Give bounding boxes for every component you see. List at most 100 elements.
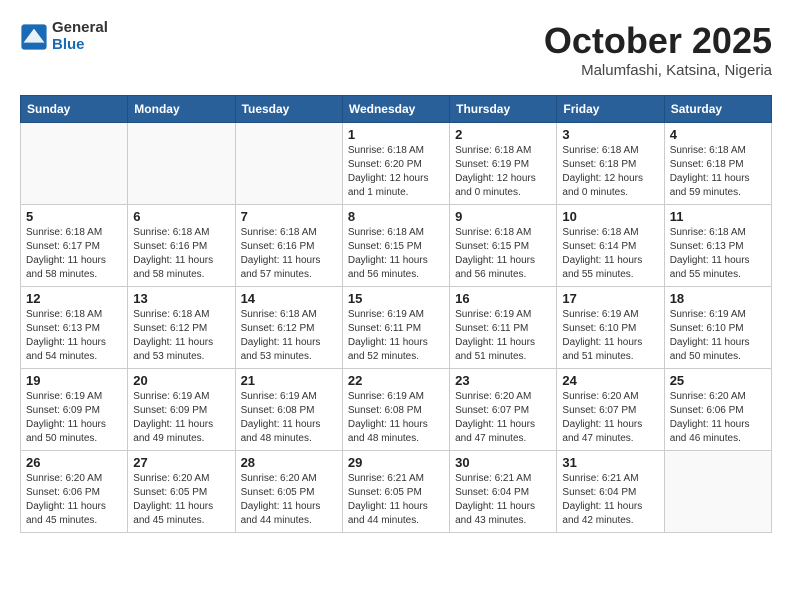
day-info: Sunrise: 6:19 AM Sunset: 6:10 PM Dayligh… (562, 308, 658, 364)
table-row (664, 451, 771, 533)
table-row: 19Sunrise: 6:19 AM Sunset: 6:09 PM Dayli… (21, 369, 128, 451)
table-row: 5 Sunrise: 6:18 AM Sunset: 6:17 PM Daylig… (21, 205, 128, 287)
table-row: 14 Sunrise: 6:18 AM Sunset: 6:12 PM Dayli… (235, 287, 342, 369)
day-info: Sunrise: 6:18 AM Sunset: 6:18 PM Dayligh… (670, 144, 766, 200)
day-number: 23 (455, 373, 551, 388)
day-info: Sunrise: 6:18 AM Sunset: 6:17 PM Dayligh… (26, 226, 122, 282)
day-info: Sunrise: 6:21 AM Sunset: 6:04 PM Dayligh… (562, 472, 658, 528)
table-row (21, 123, 128, 205)
day-number: 27 (133, 455, 229, 470)
table-row: 20 Sunrise: 6:19 AM Sunset: 6:09 PM Dayli… (128, 369, 235, 451)
day-info: Sunrise: 6:20 AM Sunset: 6:05 PM Dayligh… (241, 472, 337, 528)
day-number: 9 (455, 209, 551, 224)
day-number: 28 (241, 455, 337, 470)
day-info: Sunrise: 6:19 AM Sunset: 6:11 PM Dayligh… (348, 308, 444, 364)
calendar-week-row: 26 Sunrise: 6:20 AM Sunset: 6:06 PM Dayli… (21, 451, 772, 533)
table-row: 10 Sunrise: 6:18 AM Sunset: 6:14 PM Dayli… (557, 205, 664, 287)
day-info: Sunrise: 6:20 AM Sunset: 6:07 PM Dayligh… (455, 390, 551, 446)
col-saturday: Saturday (664, 96, 771, 123)
day-number: 25 (670, 373, 766, 388)
col-thursday: Thursday (450, 96, 557, 123)
calendar-week-row: 19Sunrise: 6:19 AM Sunset: 6:09 PM Dayli… (21, 369, 772, 451)
day-info: Sunrise: 6:21 AM Sunset: 6:05 PM Dayligh… (348, 472, 444, 528)
day-number: 12 (26, 291, 122, 306)
calendar-header-row: Sunday Monday Tuesday Wednesday Thursday… (21, 96, 772, 123)
day-number: 15 (348, 291, 444, 306)
day-number: 8 (348, 209, 444, 224)
day-info: Sunrise: 6:19 AM Sunset: 6:10 PM Dayligh… (670, 308, 766, 364)
col-tuesday: Tuesday (235, 96, 342, 123)
day-number: 20 (133, 373, 229, 388)
day-number: 13 (133, 291, 229, 306)
table-row: 6Sunrise: 6:18 AM Sunset: 6:16 PM Daylig… (128, 205, 235, 287)
day-info: Sunrise: 6:21 AM Sunset: 6:04 PM Dayligh… (455, 472, 551, 528)
day-info: Sunrise: 6:18 AM Sunset: 6:13 PM Dayligh… (670, 226, 766, 282)
day-info: Sunrise: 6:18 AM Sunset: 6:15 PM Dayligh… (455, 226, 551, 282)
table-row: 28 Sunrise: 6:20 AM Sunset: 6:05 PM Dayli… (235, 451, 342, 533)
logo-icon (20, 23, 48, 51)
day-number: 3 (562, 127, 658, 142)
day-info: Sunrise: 6:19 AM Sunset: 6:09 PM Dayligh… (133, 390, 229, 446)
day-number: 29 (348, 455, 444, 470)
day-info: Sunrise: 6:20 AM Sunset: 6:06 PM Dayligh… (26, 472, 122, 528)
day-number: 18 (670, 291, 766, 306)
day-info: Sunrise: 6:18 AM Sunset: 6:18 PM Dayligh… (562, 144, 658, 200)
col-sunday: Sunday (21, 96, 128, 123)
day-info: Sunrise: 6:18 AM Sunset: 6:16 PM Dayligh… (133, 226, 229, 282)
table-row: 22Sunrise: 6:19 AM Sunset: 6:08 PM Dayli… (342, 369, 449, 451)
location-subtitle: Malumfashi, Katsina, Nigeria (544, 62, 772, 79)
day-info: Sunrise: 6:18 AM Sunset: 6:12 PM Dayligh… (133, 308, 229, 364)
day-number: 26 (26, 455, 122, 470)
table-row: 27 Sunrise: 6:20 AM Sunset: 6:05 PM Dayli… (128, 451, 235, 533)
calendar-week-row: 12 Sunrise: 6:18 AM Sunset: 6:13 PM Dayli… (21, 287, 772, 369)
day-number: 1 (348, 127, 444, 142)
day-info: Sunrise: 6:20 AM Sunset: 6:05 PM Dayligh… (133, 472, 229, 528)
table-row: 3 Sunrise: 6:18 AM Sunset: 6:18 PM Daylig… (557, 123, 664, 205)
logo: General Blue (20, 20, 108, 53)
calendar-week-row: 5 Sunrise: 6:18 AM Sunset: 6:17 PM Daylig… (21, 205, 772, 287)
day-number: 17 (562, 291, 658, 306)
table-row (235, 123, 342, 205)
day-info: Sunrise: 6:18 AM Sunset: 6:13 PM Dayligh… (26, 308, 122, 364)
day-number: 5 (26, 209, 122, 224)
day-number: 30 (455, 455, 551, 470)
table-row: 17 Sunrise: 6:19 AM Sunset: 6:10 PM Dayli… (557, 287, 664, 369)
logo-blue-text: Blue (52, 37, 108, 54)
day-info: Sunrise: 6:20 AM Sunset: 6:07 PM Dayligh… (562, 390, 658, 446)
calendar-week-row: 1 Sunrise: 6:18 AM Sunset: 6:20 PM Daylig… (21, 123, 772, 205)
day-info: Sunrise: 6:18 AM Sunset: 6:14 PM Dayligh… (562, 226, 658, 282)
day-number: 2 (455, 127, 551, 142)
table-row: 12 Sunrise: 6:18 AM Sunset: 6:13 PM Dayli… (21, 287, 128, 369)
day-info: Sunrise: 6:18 AM Sunset: 6:12 PM Dayligh… (241, 308, 337, 364)
table-row: 7Sunrise: 6:18 AM Sunset: 6:16 PM Daylig… (235, 205, 342, 287)
table-row: 16 Sunrise: 6:19 AM Sunset: 6:11 PM Dayli… (450, 287, 557, 369)
day-number: 16 (455, 291, 551, 306)
table-row: 11 Sunrise: 6:18 AM Sunset: 6:13 PM Dayli… (664, 205, 771, 287)
col-friday: Friday (557, 96, 664, 123)
table-row: 21 Sunrise: 6:19 AM Sunset: 6:08 PM Dayli… (235, 369, 342, 451)
day-info: Sunrise: 6:18 AM Sunset: 6:20 PM Dayligh… (348, 144, 444, 200)
table-row (128, 123, 235, 205)
month-title: October 2025 (544, 20, 772, 62)
table-row: 2 Sunrise: 6:18 AM Sunset: 6:19 PM Daylig… (450, 123, 557, 205)
day-number: 21 (241, 373, 337, 388)
calendar-table: Sunday Monday Tuesday Wednesday Thursday… (20, 95, 772, 533)
day-info: Sunrise: 6:19 AM Sunset: 6:11 PM Dayligh… (455, 308, 551, 364)
logo-text: General Blue (52, 20, 108, 53)
table-row: 15 Sunrise: 6:19 AM Sunset: 6:11 PM Dayli… (342, 287, 449, 369)
day-number: 4 (670, 127, 766, 142)
col-monday: Monday (128, 96, 235, 123)
day-number: 11 (670, 209, 766, 224)
day-number: 14 (241, 291, 337, 306)
day-info: Sunrise: 6:19 AM Sunset: 6:08 PM Dayligh… (241, 390, 337, 446)
day-number: 22 (348, 373, 444, 388)
day-info: Sunrise: 6:18 AM Sunset: 6:19 PM Dayligh… (455, 144, 551, 200)
day-info: Sunrise: 6:18 AM Sunset: 6:15 PM Dayligh… (348, 226, 444, 282)
day-info: Sunrise: 6:18 AM Sunset: 6:16 PM Dayligh… (241, 226, 337, 282)
day-info: Sunrise: 6:19 AM Sunset: 6:09 PM Dayligh… (26, 390, 122, 446)
table-row: 29 Sunrise: 6:21 AM Sunset: 6:05 PM Dayli… (342, 451, 449, 533)
page-header: General Blue October 2025 Malumfashi, Ka… (20, 20, 772, 79)
table-row: 18 Sunrise: 6:19 AM Sunset: 6:10 PM Dayli… (664, 287, 771, 369)
day-number: 31 (562, 455, 658, 470)
day-number: 10 (562, 209, 658, 224)
